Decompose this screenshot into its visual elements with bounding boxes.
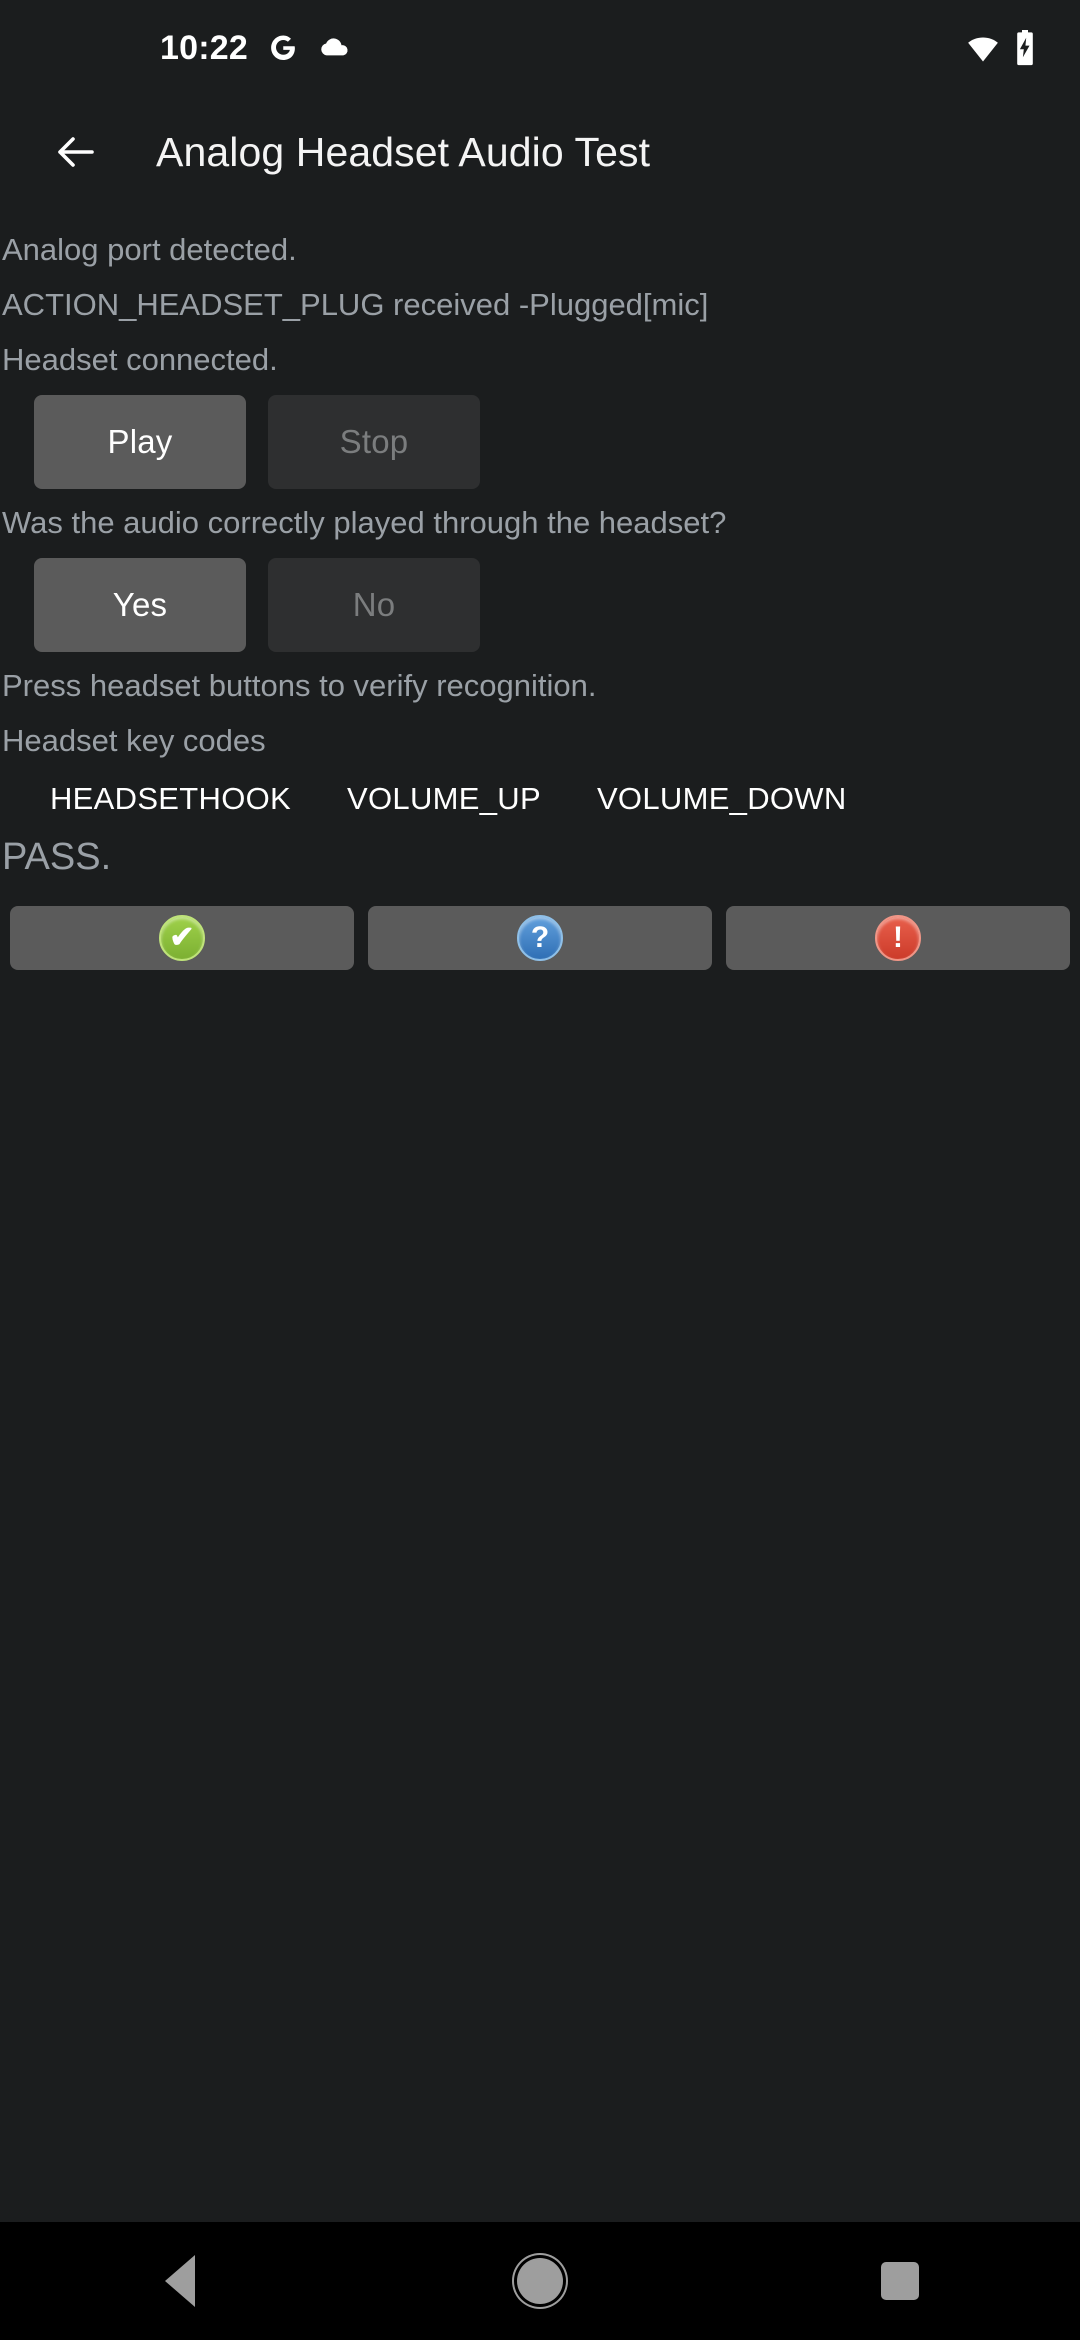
google-g-icon — [268, 33, 298, 63]
verdict-text: PASS. — [2, 836, 112, 878]
log-line-analog-port: Analog port detected. — [2, 232, 297, 267]
nav-recents-button[interactable] — [830, 2222, 970, 2340]
nav-home-button[interactable] — [470, 2222, 610, 2340]
info-button[interactable]: ? — [368, 906, 712, 970]
checkmark-icon: ✔ — [159, 915, 205, 961]
keycode-row: HEADSETHOOK VOLUME_UP VOLUME_DOWN — [0, 772, 1080, 826]
pass-button[interactable]: ✔ — [10, 906, 354, 970]
keycode-volume-up: VOLUME_UP — [347, 781, 541, 816]
no-button: No — [268, 558, 480, 652]
question-mark-icon: ? — [517, 915, 563, 961]
back-nav-icon — [165, 2255, 195, 2307]
status-bar-right — [966, 30, 1036, 66]
play-button[interactable]: Play — [34, 395, 246, 489]
app-bar: Analog Headset Audio Test — [0, 96, 1080, 208]
home-nav-icon — [517, 2258, 563, 2304]
answer-button-row: Yes No — [34, 558, 1080, 652]
audio-question-text: Was the audio correctly played through t… — [2, 505, 727, 540]
fail-button[interactable]: ! — [726, 906, 1070, 970]
instruction-text: Press headset buttons to verify recognit… — [2, 668, 597, 703]
keycodes-heading: Headset key codes — [2, 723, 266, 758]
status-bar: 10:22 — [0, 0, 1080, 96]
result-button-row: ✔ ? ! — [10, 906, 1070, 970]
log-line-action-headset-plug: ACTION_HEADSET_PLUG received -Plugged[mi… — [2, 287, 709, 322]
status-bar-left: 10:22 — [160, 31, 350, 65]
yes-button[interactable]: Yes — [34, 558, 246, 652]
log-line-headset-connected: Headset connected. — [2, 342, 278, 377]
navigation-bar — [0, 2222, 1080, 2340]
page-title: Analog Headset Audio Test — [156, 128, 651, 175]
playback-button-row: Play Stop — [34, 395, 1080, 489]
stop-button: Stop — [268, 395, 480, 489]
exclamation-icon: ! — [875, 915, 921, 961]
cloud-icon — [318, 32, 350, 64]
recents-nav-icon — [881, 2262, 919, 2300]
status-clock: 10:22 — [160, 29, 248, 67]
phone-screen: 10:22 Analog Headset Audio Test Analog p… — [0, 0, 1080, 2340]
test-content: Analog port detected. ACTION_HEADSET_PLU… — [0, 208, 1080, 2222]
keycode-volume-down: VOLUME_DOWN — [596, 781, 847, 816]
nav-back-button[interactable] — [110, 2222, 250, 2340]
battery-charging-icon — [1014, 30, 1036, 66]
keycode-headsethook: HEADSETHOOK — [50, 781, 292, 816]
back-arrow-icon[interactable] — [44, 120, 108, 184]
wifi-icon — [966, 31, 1000, 65]
